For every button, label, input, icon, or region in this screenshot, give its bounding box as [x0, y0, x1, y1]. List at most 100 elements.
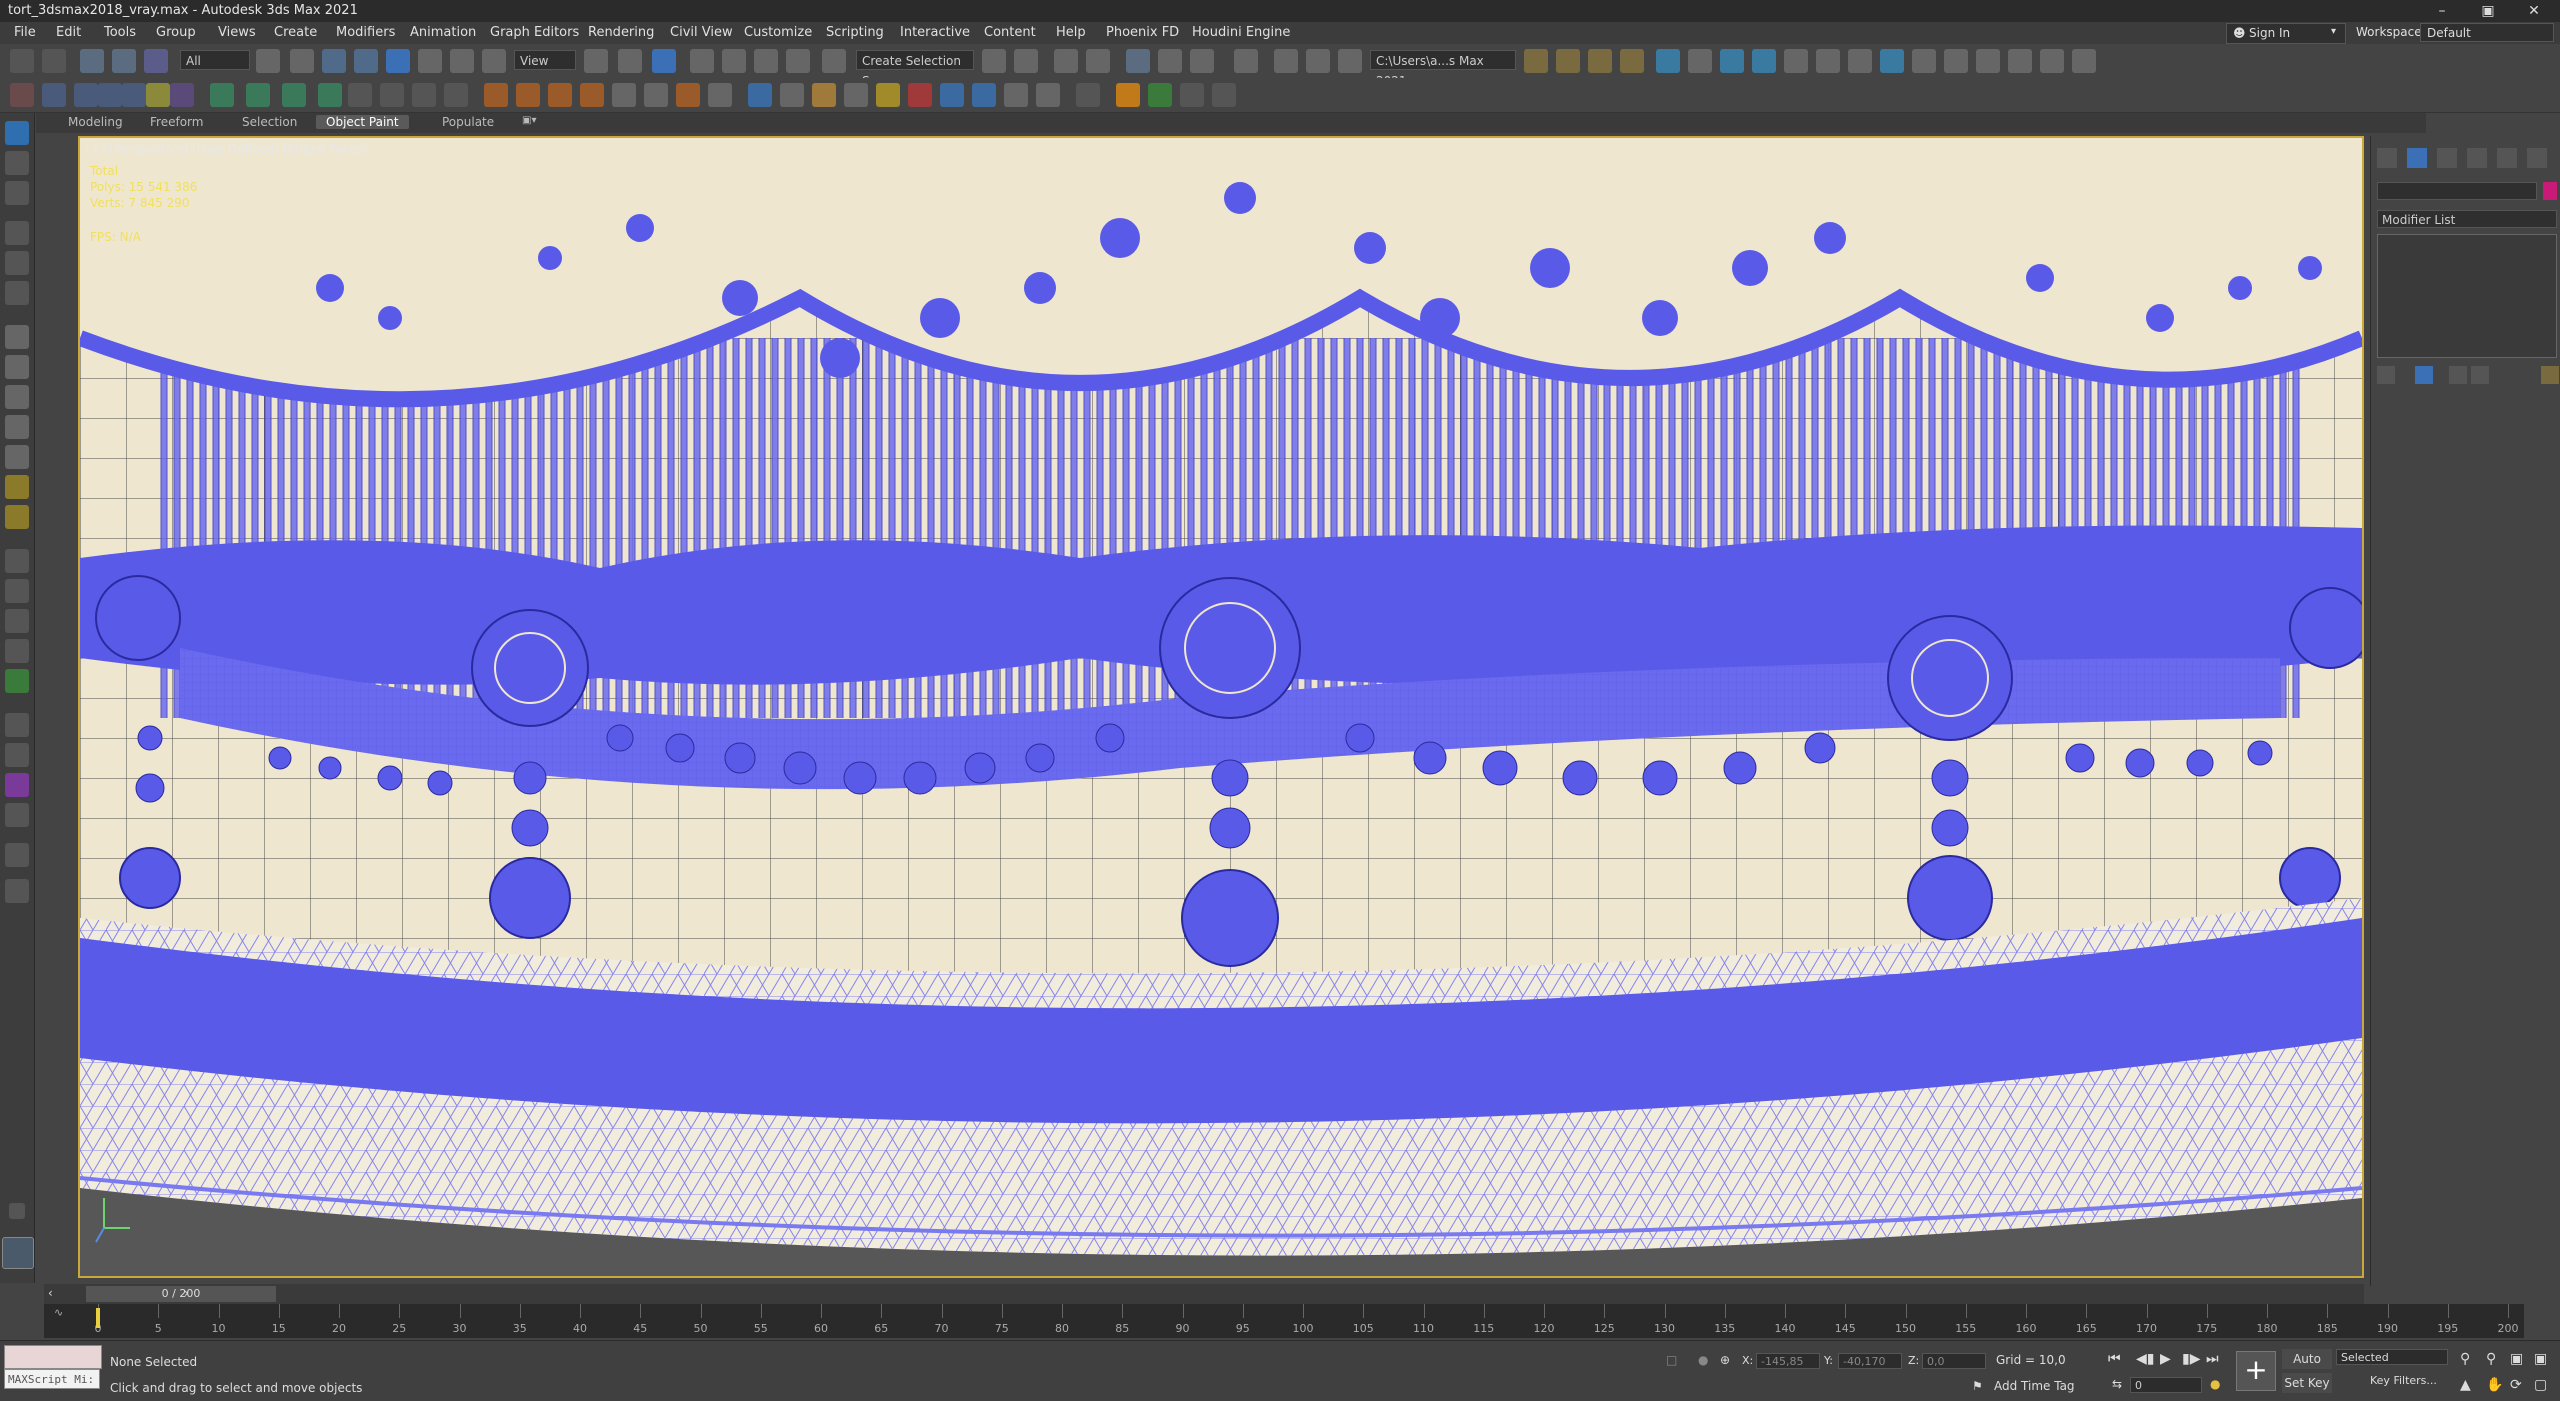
liquid-icon[interactable]: [1004, 83, 1028, 107]
frame-indicator[interactable]: 0 / 200: [86, 1286, 276, 1302]
particle-icon[interactable]: [146, 83, 170, 107]
fire-icon[interactable]: [676, 83, 700, 107]
select-object-icon[interactable]: [256, 49, 280, 73]
open-project-icon[interactable]: [1524, 49, 1548, 73]
select-scale-icon[interactable]: [450, 49, 474, 73]
vray-icon[interactable]: [1752, 49, 1776, 73]
expand-icon[interactable]: [9, 1203, 25, 1219]
add-time-tag[interactable]: Add Time Tag: [1994, 1379, 2075, 1393]
hierarchy-tab-icon[interactable]: [5, 181, 29, 205]
go-to-start-icon[interactable]: ⏮: [2108, 1351, 2121, 1367]
tab-populate[interactable]: Populate: [442, 115, 494, 129]
keyboard-shortcut-icon[interactable]: [652, 49, 676, 73]
close-button[interactable]: ✕: [2512, 0, 2556, 22]
select-rotate-icon[interactable]: [418, 49, 442, 73]
menu-modifiers[interactable]: Modifiers: [336, 25, 395, 40]
sphere-icon[interactable]: [74, 83, 98, 107]
schematic-view-icon[interactable]: [1158, 49, 1182, 73]
modifier-stack[interactable]: [2377, 234, 2557, 358]
move-tool-icon[interactable]: [210, 83, 234, 107]
menu-file[interactable]: File: [14, 25, 36, 40]
menu-views[interactable]: Views: [218, 25, 256, 40]
liquid-icon[interactable]: [844, 83, 868, 107]
fire-icon[interactable]: [516, 83, 540, 107]
zoom-icon[interactable]: ⚲: [2460, 1351, 2470, 1367]
liquid-icon[interactable]: [748, 83, 772, 107]
box-icon[interactable]: [42, 83, 66, 107]
zoom-extents-icon[interactable]: ▣: [2510, 1351, 2523, 1367]
configure-modifier-sets-icon[interactable]: [2541, 366, 2559, 384]
redo-icon[interactable]: [42, 49, 66, 73]
menu-create[interactable]: Create: [274, 25, 317, 40]
display-tab-icon[interactable]: [2497, 148, 2517, 168]
camera-icon[interactable]: [5, 251, 29, 275]
cone-icon[interactable]: [5, 355, 29, 379]
x-coordinate-field[interactable]: -145,85: [1756, 1353, 1820, 1369]
transform-icon[interactable]: [282, 83, 306, 107]
angle-snap-icon[interactable]: [722, 49, 746, 73]
rect-selection-icon[interactable]: [322, 49, 346, 73]
previous-frame-icon[interactable]: ◀▮: [2136, 1351, 2154, 1367]
liquid-icon[interactable]: [972, 83, 996, 107]
create-tab-icon[interactable]: [5, 121, 29, 145]
vray-icon[interactable]: [1720, 49, 1744, 73]
render-setup-icon[interactable]: [1234, 49, 1258, 73]
camera-icon[interactable]: [1816, 49, 1840, 73]
lock-selection-icon[interactable]: ●: [1698, 1353, 1708, 1367]
window-crossing-icon[interactable]: [354, 49, 378, 73]
auto-key-button[interactable]: Auto Key: [2282, 1349, 2332, 1386]
menu-scripting[interactable]: Scripting: [826, 25, 884, 40]
tools-icon[interactable]: [1180, 83, 1204, 107]
viewport-label[interactable]: [+] [Perspective] [User Defined] [Edged …: [86, 142, 367, 156]
tab-modeling[interactable]: Modeling: [68, 115, 123, 129]
zoom-all-icon[interactable]: ⚲: [2486, 1351, 2496, 1367]
chevron-right-icon[interactable]: ›: [184, 1286, 189, 1300]
hierarchy-tab-icon[interactable]: [2437, 148, 2457, 168]
sphere-icon[interactable]: [5, 385, 29, 409]
signin-dropdown[interactable]: ☻ Sign In ▾: [2226, 23, 2346, 44]
pin-stack-icon[interactable]: [2377, 366, 2395, 384]
fire-icon[interactable]: [548, 83, 572, 107]
ref-coord-dropdown[interactable]: View: [514, 50, 576, 70]
sphere-icon[interactable]: [5, 505, 29, 529]
play-icon[interactable]: ▶: [2160, 1351, 2171, 1367]
folder-icon[interactable]: [1588, 49, 1612, 73]
utilities-icon[interactable]: [5, 843, 29, 867]
table-icon[interactable]: [1784, 49, 1808, 73]
tree-icon[interactable]: [1148, 83, 1172, 107]
transform-icon[interactable]: [246, 83, 270, 107]
sun-icon[interactable]: [5, 475, 29, 499]
material-icon[interactable]: [5, 773, 29, 797]
unlink-icon[interactable]: [112, 49, 136, 73]
viewport-layout-icon[interactable]: [2, 1237, 34, 1269]
curve-editor-icon[interactable]: ∿: [54, 1306, 63, 1319]
fluid-icon[interactable]: [122, 83, 146, 107]
maxscript-listener[interactable]: [4, 1345, 102, 1369]
layer-explorer-icon[interactable]: [1054, 49, 1078, 73]
folder-icon[interactable]: [1556, 49, 1580, 73]
orbit-icon[interactable]: ⟳: [2510, 1377, 2522, 1393]
light-icon[interactable]: [5, 221, 29, 245]
table-icon[interactable]: [1212, 83, 1236, 107]
menu-customize[interactable]: Customize: [744, 25, 812, 40]
liquid-icon[interactable]: [780, 83, 804, 107]
folder-icon[interactable]: [1620, 49, 1644, 73]
track-bar[interactable]: ∿ 0 5 10 15 20 25 30 35 40 45 50 55 60 65 70 75 80 85 90 95…: [44, 1304, 2524, 1338]
motion-tab-icon[interactable]: [2467, 148, 2487, 168]
menu-houdini-engine[interactable]: Houdini Engine: [1192, 25, 1290, 40]
project-folder-dropdown[interactable]: C:\Users\a...s Max 2021: [1370, 50, 1516, 88]
fluid-icon[interactable]: [98, 83, 122, 107]
modify-tab-icon[interactable]: [5, 151, 29, 175]
align-icon[interactable]: [1014, 49, 1038, 73]
link-icon[interactable]: [80, 49, 104, 73]
modifier-list-dropdown[interactable]: Modifier List: [2377, 210, 2557, 228]
spinner-snap-icon[interactable]: [786, 49, 810, 73]
transform-icon[interactable]: [318, 83, 342, 107]
fire-icon[interactable]: [580, 83, 604, 107]
ribbon-options-icon[interactable]: ▣▾: [522, 115, 536, 126]
field-of-view-icon[interactable]: ▲: [2460, 1377, 2471, 1393]
bind-space-warp-icon[interactable]: [144, 49, 168, 73]
gear-icon[interactable]: [708, 83, 732, 107]
gear-icon[interactable]: [612, 83, 636, 107]
select-place-icon[interactable]: [482, 49, 506, 73]
